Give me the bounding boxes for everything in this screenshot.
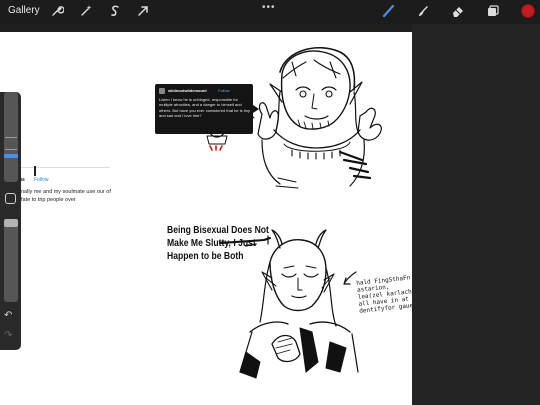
color-picker-swatch[interactable] bbox=[521, 4, 535, 18]
more-options-button[interactable]: ••• bbox=[262, 2, 276, 13]
left-sidebar: ↶ ↷ bbox=[0, 92, 21, 350]
brush-icon[interactable] bbox=[382, 4, 396, 18]
drawing-canvas[interactable]: ns Follow nally me and my soulmate use o… bbox=[0, 32, 412, 405]
slider-tick bbox=[5, 149, 17, 150]
tumblr-post-card: wildnoutwildemount Follow Listen I know … bbox=[155, 84, 253, 134]
redo-button[interactable]: ↷ bbox=[4, 330, 12, 341]
magic-wand-icon[interactable] bbox=[79, 4, 93, 18]
transform-arrow-icon[interactable] bbox=[136, 4, 150, 18]
workspace-background bbox=[412, 24, 540, 405]
opacity-knob[interactable] bbox=[4, 219, 18, 227]
selection-s-icon[interactable] bbox=[108, 4, 122, 18]
modify-button[interactable] bbox=[5, 193, 16, 204]
handwritten-note: hald FingSthaFn astarion, lea(zel karlac… bbox=[356, 274, 412, 315]
wrench-icon[interactable] bbox=[50, 4, 65, 18]
post-username: wildnoutwildemount bbox=[168, 88, 207, 93]
smudge-icon[interactable] bbox=[416, 4, 430, 18]
brush-size-knob[interactable] bbox=[4, 154, 18, 158]
eraser-icon[interactable] bbox=[451, 4, 465, 18]
top-toolbar: Gallery ••• bbox=[0, 0, 540, 24]
brush-size-slider[interactable] bbox=[4, 92, 18, 182]
avatar bbox=[159, 88, 165, 94]
undo-button[interactable]: ↶ bbox=[4, 310, 12, 321]
post-text: Listen I know he is unhinged, responsibl… bbox=[159, 97, 250, 119]
speech-pointer bbox=[253, 105, 259, 113]
slider-tick bbox=[5, 137, 17, 138]
opacity-slider[interactable] bbox=[4, 219, 18, 302]
post-follow-link: Follow bbox=[218, 88, 230, 93]
handwritten-caption: Being Bisexual Does Not Make Me Slutty, … bbox=[167, 224, 269, 262]
layers-icon[interactable] bbox=[486, 4, 500, 18]
gallery-button[interactable]: Gallery bbox=[8, 5, 40, 16]
